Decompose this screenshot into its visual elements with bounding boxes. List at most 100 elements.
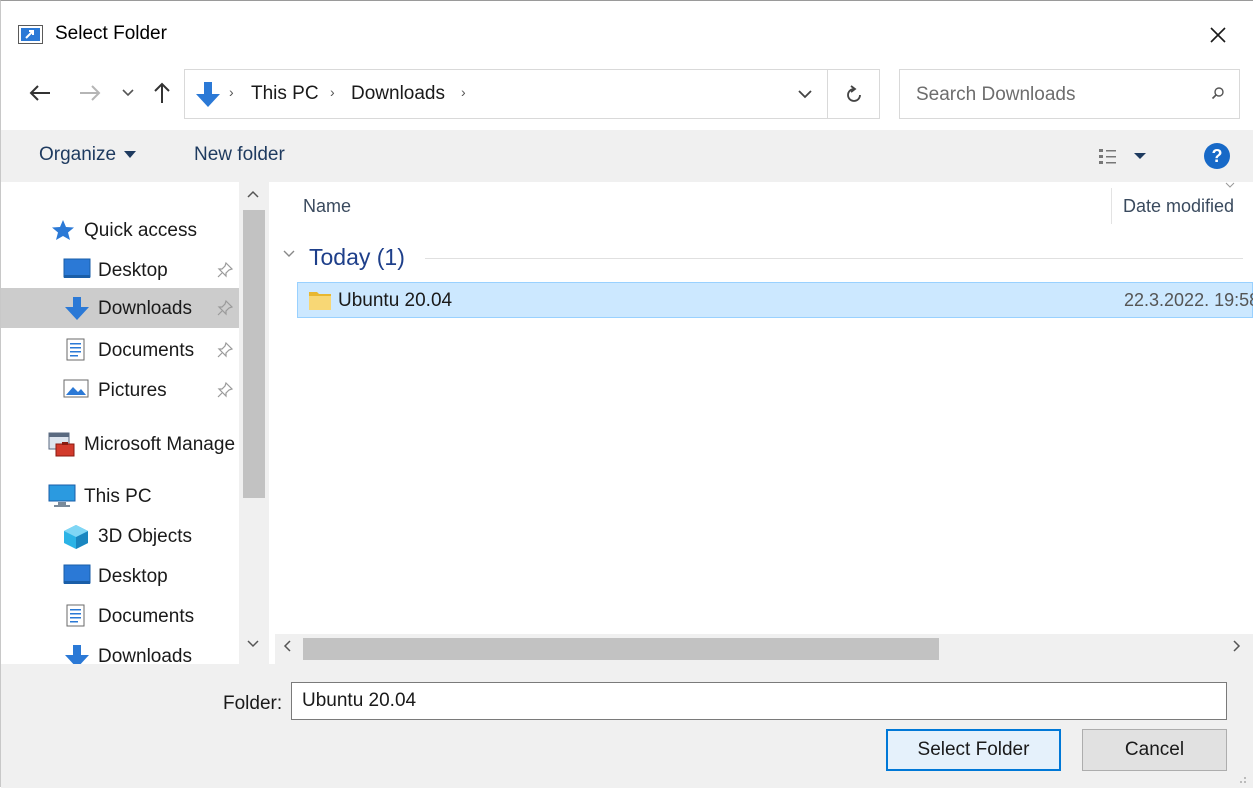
sidebar-item-pictures[interactable]: Pictures (1, 370, 239, 410)
sidebar-item-desktop[interactable]: Desktop (1, 250, 239, 290)
column-header-date-modified[interactable]: Date modified (1123, 196, 1234, 217)
file-name: Ubuntu 20.04 (338, 290, 453, 311)
window-title: Select Folder (55, 23, 167, 44)
desktop-icon (63, 258, 91, 278)
file-list-scrollbar[interactable] (275, 634, 1253, 664)
pictures-icon (63, 379, 89, 398)
scroll-up-icon (247, 190, 259, 198)
chevron-down-icon (798, 89, 812, 98)
sidebar-item-microsoft-manage[interactable]: Microsoft Manage (1, 424, 239, 464)
column-header-name[interactable]: Name (303, 196, 351, 217)
management-console-icon (48, 432, 75, 457)
sidebar-item-label: 3D Objects (98, 526, 192, 547)
pin-icon (217, 300, 233, 316)
sidebar-item-label: Downloads (98, 298, 192, 319)
resize-grip-icon[interactable] (1237, 774, 1247, 784)
command-toolbar: Organize New folder ? (1, 130, 1253, 182)
pin-icon (217, 262, 233, 278)
sidebar-item-downloads[interactable]: Downloads (1, 288, 239, 328)
sidebar-item-this-pc[interactable]: This PC (1, 476, 239, 516)
details-view-icon (1099, 149, 1116, 164)
downloads-icon (65, 297, 89, 320)
crumb-this-pc[interactable]: This PC (251, 83, 319, 105)
sidebar-item-label: Quick access (84, 220, 197, 241)
search-input[interactable] (914, 81, 1188, 109)
group-divider (425, 258, 1243, 259)
new-folder-button[interactable]: New folder (194, 144, 285, 166)
pin-icon (217, 342, 233, 358)
file-date-modified: 22.3.2022. 19:58 (1124, 290, 1253, 310)
column-header-label: Date modified (1123, 196, 1235, 216)
table-row[interactable]: Ubuntu 20.04 22.3.2022. 19:58 (297, 282, 1253, 318)
dropdown-caret-icon (1134, 153, 1146, 159)
crumb-separator: › (461, 84, 466, 100)
sidebar-item-label: Desktop (98, 566, 168, 587)
file-list-scrollbar-thumb[interactable] (303, 638, 939, 660)
address-bar[interactable]: › This PC › Downloads › (184, 69, 880, 119)
refresh-button[interactable] (827, 70, 880, 118)
recent-locations-button[interactable] (117, 73, 139, 113)
forward-button[interactable] (73, 73, 107, 113)
group-header-today[interactable]: Today (1) (283, 242, 1245, 276)
sidebar-scrollbar-thumb[interactable] (243, 210, 265, 498)
3d-objects-icon (64, 525, 88, 549)
address-dropdown-button[interactable] (785, 70, 825, 118)
desktop-icon (63, 564, 91, 584)
documents-icon (66, 604, 85, 627)
search-icon (1211, 87, 1224, 100)
downloads-icon (196, 82, 220, 107)
crumb-downloads[interactable]: Downloads (351, 83, 445, 105)
sidebar-item-label: Downloads (98, 646, 192, 664)
folder-name-input[interactable] (291, 682, 1227, 720)
sidebar-item-label: Desktop (98, 260, 168, 281)
chevron-down-icon (122, 89, 134, 97)
documents-icon (66, 338, 85, 361)
change-view-button[interactable] (1097, 142, 1157, 170)
folder-icon (309, 292, 331, 310)
pin-icon (217, 382, 233, 398)
sidebar-item-downloads-pc[interactable]: Downloads (1, 636, 239, 664)
chevron-down-icon (283, 250, 295, 257)
sidebar-item-label: Pictures (98, 380, 167, 401)
dialog-footer: Folder: Select Folder Cancel (1, 664, 1253, 788)
sidebar-item-label: Documents (98, 606, 195, 627)
group-label: Today (1) (309, 244, 405, 270)
up-button[interactable] (147, 73, 177, 113)
folder-label: Folder: (223, 693, 283, 714)
sidebar-scrollbar[interactable] (239, 182, 269, 664)
sidebar-item-desktop-pc[interactable]: Desktop (1, 556, 239, 596)
organize-button[interactable]: Organize (39, 144, 137, 166)
crumb-separator: › (330, 84, 335, 100)
sidebar-item-3d-objects[interactable]: 3D Objects (1, 516, 239, 556)
organize-label: Organize (39, 144, 117, 165)
sidebar-item-documents[interactable]: Documents (1, 330, 239, 370)
navigation-bar: › This PC › Downloads › (1, 65, 1253, 129)
column-divider[interactable] (1111, 188, 1112, 224)
sidebar-item-label: Documents (98, 340, 195, 361)
sidebar-item-label: Microsoft Manage (84, 434, 236, 455)
back-button[interactable] (23, 73, 57, 113)
back-arrow-icon (29, 85, 50, 101)
scroll-right-icon (1233, 640, 1241, 652)
navigation-pane: Quick access Desktop Downloads Documents… (1, 182, 269, 664)
sort-indicator-icon (1225, 182, 1235, 188)
select-folder-dialog: Select Folder › This PC › Downloads › Se… (0, 0, 1253, 788)
computer-icon (48, 484, 76, 507)
forward-arrow-icon (80, 85, 101, 101)
downloads-icon (65, 645, 89, 664)
cancel-button[interactable]: Cancel (1082, 729, 1227, 771)
select-folder-button[interactable]: Select Folder (886, 729, 1061, 771)
title-bar: Select Folder (1, 1, 1253, 65)
close-button[interactable] (1193, 15, 1243, 55)
scroll-down-icon (247, 640, 259, 648)
file-list: Name Date modified Today (1) Ubuntu 20.0… (275, 182, 1253, 634)
sidebar-item-documents-pc[interactable]: Documents (1, 596, 239, 636)
help-button[interactable]: ? (1204, 143, 1230, 169)
dropdown-caret-icon (124, 151, 137, 159)
star-icon (52, 220, 74, 240)
crumb-separator: › (229, 84, 234, 100)
search-box[interactable] (899, 69, 1240, 119)
sidebar-item-quick-access[interactable]: Quick access (1, 210, 239, 250)
refresh-icon (847, 85, 861, 102)
close-icon (1210, 27, 1226, 43)
